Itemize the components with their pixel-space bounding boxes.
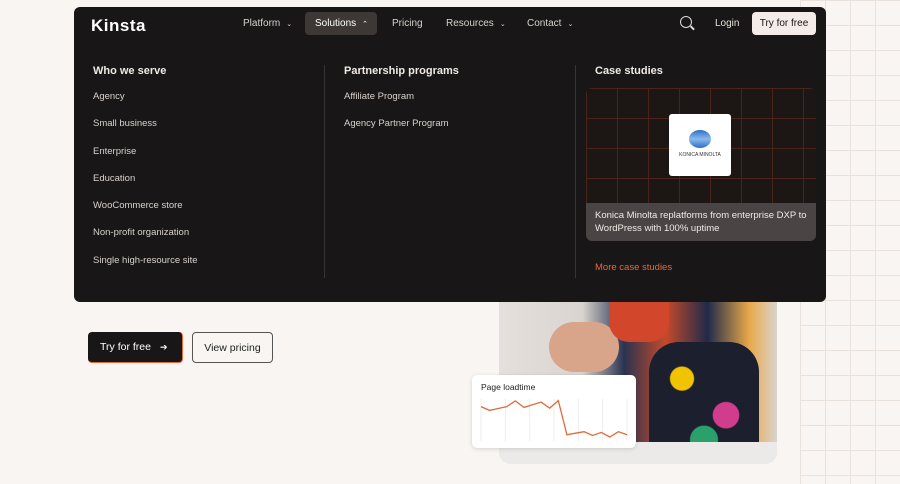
konica-minolta-logo: KONICA MINOLTA: [669, 114, 731, 176]
nav-label: Solutions: [315, 18, 357, 29]
page-loadtime-widget: Page loadtime: [472, 375, 636, 448]
hero-try-for-free-button[interactable]: Try for free ➔: [88, 332, 183, 363]
nav-resources[interactable]: Resources ⌄: [436, 12, 516, 35]
column-heading: Who we serve: [93, 65, 167, 77]
menu-item-agency-partner[interactable]: Agency Partner Program: [344, 118, 459, 145]
chevron-up-icon: ⌃: [362, 20, 369, 28]
column-divider: [324, 65, 325, 278]
kinsta-logo[interactable]: Kinsta: [91, 16, 146, 36]
menu-item-affiliate[interactable]: Affiliate Program: [344, 91, 459, 118]
chevron-down-icon: ⌄: [286, 20, 293, 28]
column-divider: [575, 65, 576, 278]
arrow-right-icon: ➔: [159, 341, 168, 352]
menu-item-education[interactable]: Education: [93, 173, 198, 200]
chevron-down-icon: ⌄: [499, 20, 506, 28]
try-for-free-button[interactable]: Try for free: [752, 12, 816, 35]
nav-label: Contact: [527, 18, 562, 29]
view-pricing-button[interactable]: View pricing: [192, 332, 273, 363]
more-case-studies-link[interactable]: More case studies: [595, 262, 672, 273]
column-heading: Partnership programs: [344, 65, 459, 77]
solutions-mega-menu: Kinsta Platform ⌄ Solutions ⌃ Pricing Reso…: [74, 7, 826, 302]
chevron-down-icon: ⌄: [567, 20, 574, 28]
logo-text: KONICA MINOLTA: [679, 152, 721, 158]
menu-item-agency[interactable]: Agency: [93, 91, 198, 118]
button-label: Try for free: [100, 341, 151, 353]
nav-solutions[interactable]: Solutions ⌃: [305, 12, 377, 35]
widget-title: Page loadtime: [481, 382, 536, 392]
menu-item-small-business[interactable]: Small business: [93, 118, 198, 145]
nav-platform[interactable]: Platform ⌄: [233, 12, 302, 35]
login-link[interactable]: Login: [715, 18, 739, 29]
loadtime-chart: [480, 399, 628, 441]
partnership-column: Partnership programs Affiliate Program A…: [344, 65, 459, 146]
menu-item-enterprise[interactable]: Enterprise: [93, 146, 198, 173]
nav-contact[interactable]: Contact ⌄: [517, 12, 583, 35]
nav-pricing[interactable]: Pricing: [382, 12, 433, 35]
nav-label: Resources: [446, 18, 494, 29]
case-study-card[interactable]: KONICA MINOLTA Konica Minolta replatform…: [586, 88, 816, 241]
menu-item-non-profit[interactable]: Non-profit organization: [93, 227, 198, 254]
menu-item-woocommerce[interactable]: WooCommerce store: [93, 200, 198, 227]
nav-label: Platform: [243, 18, 281, 29]
case-study-caption: Konica Minolta replatforms from enterpri…: [586, 203, 816, 241]
column-heading: Case studies: [595, 65, 663, 77]
search-icon[interactable]: [680, 16, 692, 28]
who-we-serve-column: Who we serve Agency Small business Enter…: [93, 65, 198, 282]
menu-item-high-resource[interactable]: Single high-resource site: [93, 255, 198, 282]
